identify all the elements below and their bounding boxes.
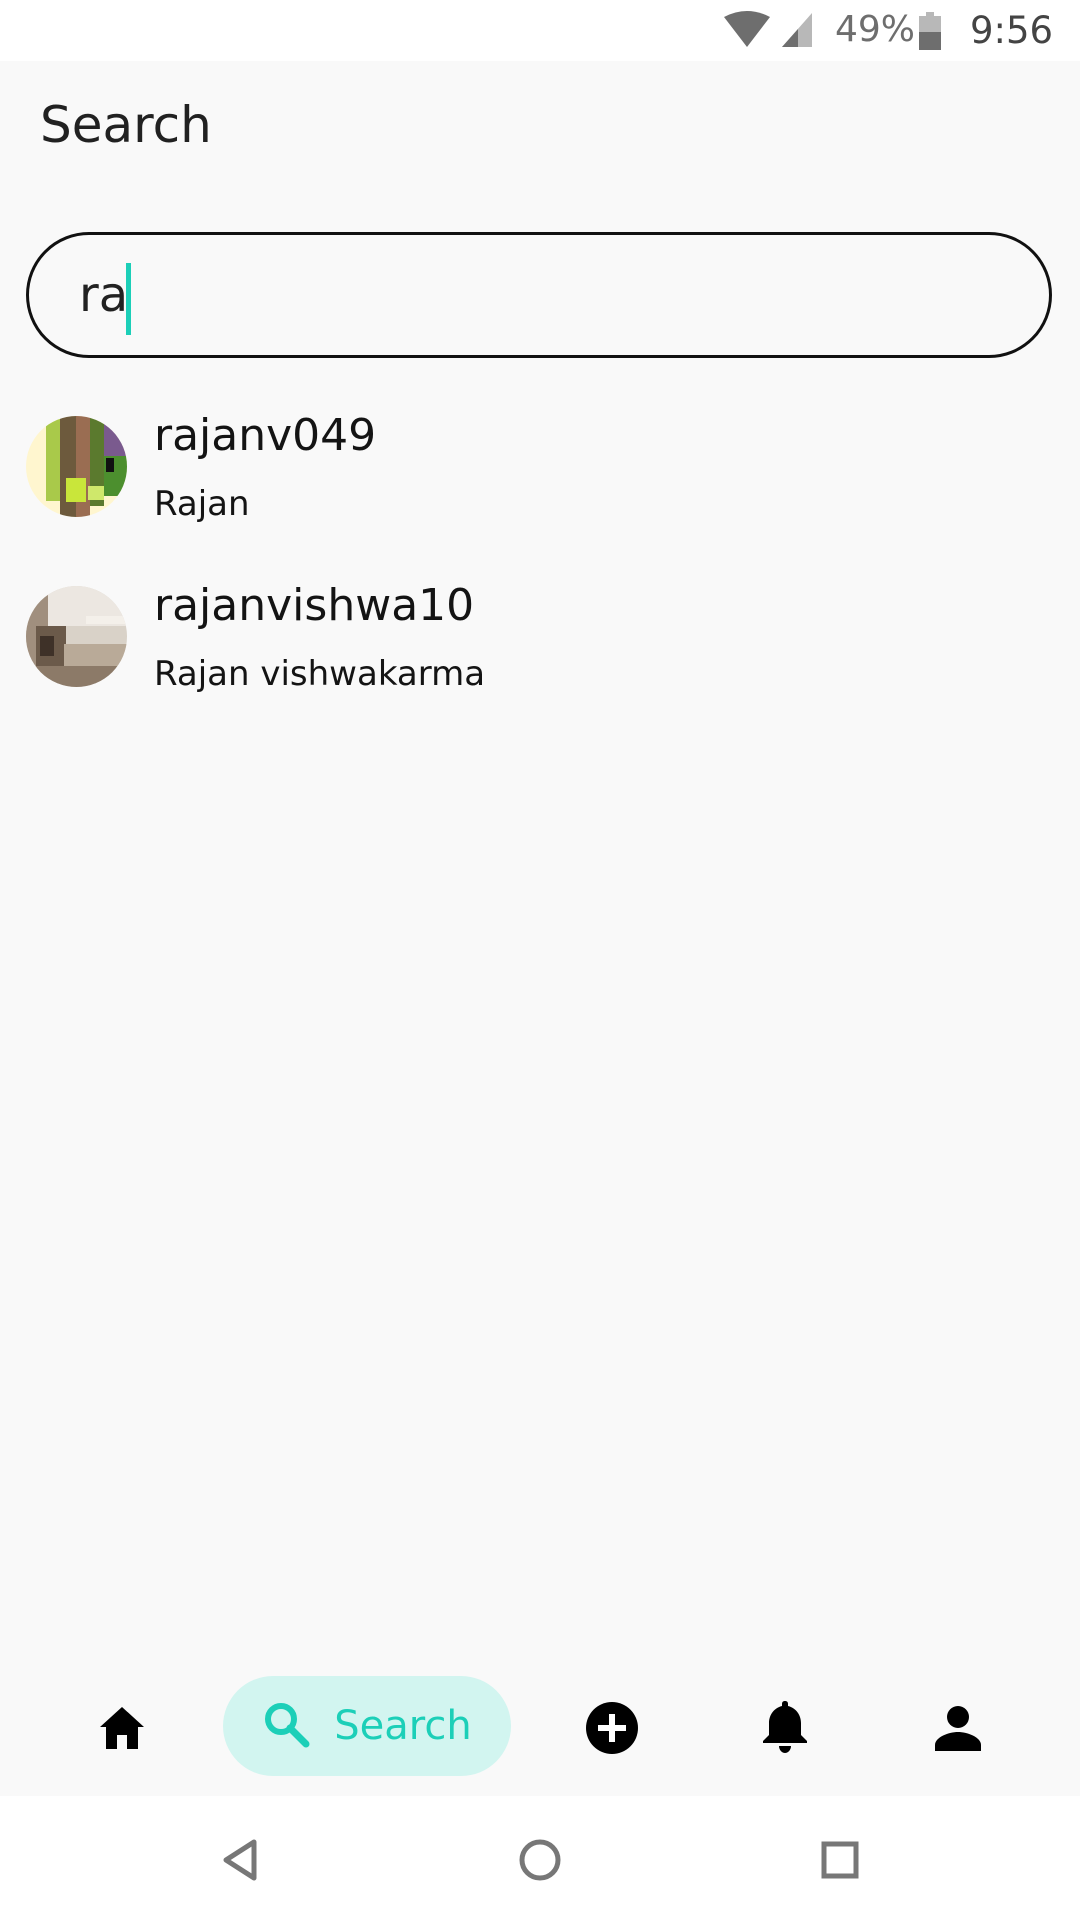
- nav-add[interactable]: [576, 1694, 648, 1766]
- search-icon: [262, 1700, 310, 1752]
- search-input[interactable]: [79, 253, 979, 337]
- nav-home[interactable]: [86, 1694, 158, 1766]
- search-box[interactable]: [26, 232, 1052, 358]
- text-cursor: [126, 263, 131, 335]
- recents-icon: [820, 1840, 860, 1884]
- system-navigation-bar: [0, 1796, 1080, 1920]
- nav-profile[interactable]: [922, 1694, 994, 1766]
- recents-button[interactable]: [810, 1832, 870, 1892]
- home-circle-icon: [518, 1838, 562, 1886]
- avatar[interactable]: [26, 416, 127, 517]
- avatar[interactable]: [26, 586, 127, 687]
- status-bar: 49% 9:56: [0, 0, 1080, 61]
- bell-icon: [763, 1699, 807, 1757]
- result-username: rajanv049: [154, 410, 377, 461]
- user-result-item[interactable]: rajanv049 Rajan: [0, 400, 1080, 550]
- back-icon: [220, 1838, 260, 1886]
- nav-search-label: Search: [334, 1703, 472, 1749]
- home-button[interactable]: [510, 1832, 570, 1892]
- cell-signal-icon: [780, 11, 814, 53]
- battery-icon: [919, 12, 941, 54]
- bottom-navigation: Search: [0, 1660, 1080, 1796]
- nav-notifications[interactable]: [749, 1692, 821, 1764]
- result-full-name: Rajan vishwakarma: [154, 654, 486, 694]
- clock: 9:56: [970, 9, 1054, 52]
- wifi-icon: [722, 11, 772, 53]
- result-full-name: Rajan: [154, 484, 250, 524]
- nav-search[interactable]: Search: [223, 1676, 511, 1776]
- page-title: Search: [40, 96, 212, 154]
- home-icon: [98, 1705, 146, 1755]
- battery-percent: 49%: [835, 9, 916, 50]
- result-username: rajanvishwa10: [154, 580, 475, 631]
- add-circle-icon: [586, 1702, 638, 1758]
- user-result-item[interactable]: rajanvishwa10 Rajan vishwakarma: [0, 570, 1080, 720]
- person-icon: [935, 1705, 981, 1755]
- back-button[interactable]: [210, 1832, 270, 1892]
